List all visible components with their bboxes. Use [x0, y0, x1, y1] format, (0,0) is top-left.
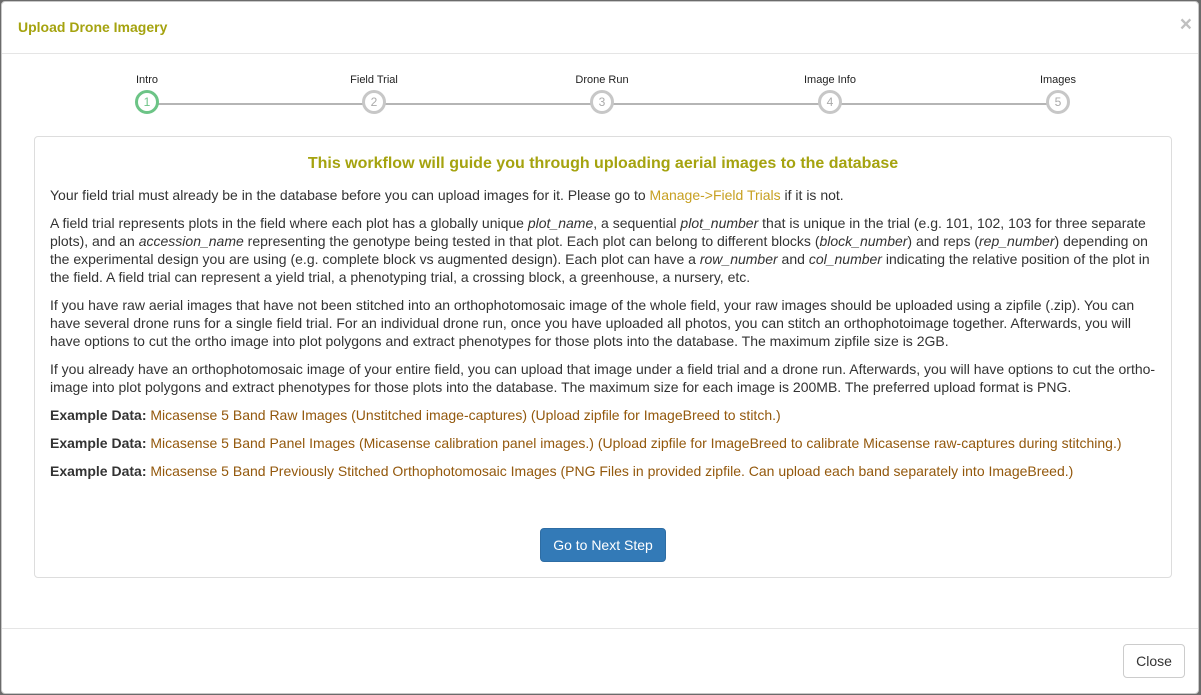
example-label: Example Data: — [50, 435, 147, 451]
example-data-panel-images: Example Data: Micasense 5 Band Panel Ima… — [50, 434, 1156, 452]
step-intro[interactable]: Intro 1 — [87, 54, 207, 114]
term-plot-name: plot_name — [527, 215, 594, 231]
workflow-stepper: Intro 1 Field Trial 2 Drone Run 3 Image … — [2, 54, 1198, 134]
step-number: 2 — [362, 90, 386, 114]
step-images[interactable]: Images 5 — [998, 54, 1118, 114]
intro-paragraph-3: If you have raw aerial images that have … — [50, 297, 1135, 349]
term-block-number: block_number — [819, 233, 908, 249]
stitched-images-link[interactable]: Micasense 5 Band Previously Stitched Ort… — [150, 463, 1073, 479]
intro-paragraph-2: A field trial represents plots in the fi… — [50, 214, 1156, 286]
example-data-stitched-images: Example Data: Micasense 5 Band Previousl… — [50, 462, 1156, 480]
step-drone-run[interactable]: Drone Run 3 — [542, 54, 662, 114]
go-to-next-step-button[interactable]: Go to Next Step — [540, 528, 666, 562]
step-number: 4 — [818, 90, 842, 114]
text: ) and reps ( — [907, 233, 980, 249]
text: , a sequential — [593, 215, 681, 231]
text: and — [777, 251, 809, 267]
panel-images-link[interactable]: Micasense 5 Band Panel Images (Micasense… — [150, 435, 1121, 451]
term-accession-name: accession_name — [138, 233, 244, 249]
step-field-trial[interactable]: Field Trial 2 — [314, 54, 434, 114]
manage-field-trials-link[interactable]: Manage->Field Trials — [650, 187, 781, 203]
step-label: Drone Run — [575, 74, 629, 86]
intro-panel: This workflow will guide you through upl… — [34, 136, 1172, 578]
modal-title: Upload Drone Imagery — [18, 19, 168, 35]
intro-heading: This workflow will guide you through upl… — [307, 155, 899, 172]
step-label: Intro — [135, 74, 158, 86]
step-label: Images — [1039, 74, 1077, 86]
step-number: 5 — [1046, 90, 1070, 114]
term-rep-number: rep_number — [979, 233, 1055, 249]
text: if it is not. — [780, 187, 844, 203]
step-number: 1 — [135, 90, 159, 114]
text: A field trial represents plots in the fi… — [50, 215, 528, 231]
close-icon[interactable]: × — [1180, 14, 1192, 35]
term-row-number: row_number — [699, 251, 778, 267]
step-label: Image Info — [804, 74, 856, 86]
step-label: Field Trial — [350, 74, 398, 86]
intro-paragraph-1: Your field trial must already be in the … — [50, 186, 1156, 204]
text: Your field trial must already be in the … — [50, 187, 650, 203]
example-label: Example Data: — [50, 463, 147, 479]
upload-drone-imagery-modal: Upload Drone Imagery × Intro 1 Field Tri… — [1, 1, 1199, 694]
text: representing the genotype being tested i… — [243, 233, 820, 249]
raw-images-link[interactable]: Micasense 5 Band Raw Images (Unstitched … — [150, 407, 780, 423]
term-col-number: col_number — [808, 251, 882, 267]
intro-paragraph-4: If you already have an orthophotomosaic … — [50, 361, 1156, 395]
example-label: Example Data: — [50, 407, 147, 423]
example-data-raw-images: Example Data: Micasense 5 Band Raw Image… — [50, 406, 1156, 424]
close-button[interactable]: Close — [1123, 644, 1185, 678]
modal-footer: Close — [2, 628, 1198, 693]
term-plot-number: plot_number — [680, 215, 759, 231]
step-number: 3 — [590, 90, 614, 114]
step-image-info[interactable]: Image Info 4 — [770, 54, 890, 114]
modal-header: Upload Drone Imagery × — [2, 2, 1198, 54]
